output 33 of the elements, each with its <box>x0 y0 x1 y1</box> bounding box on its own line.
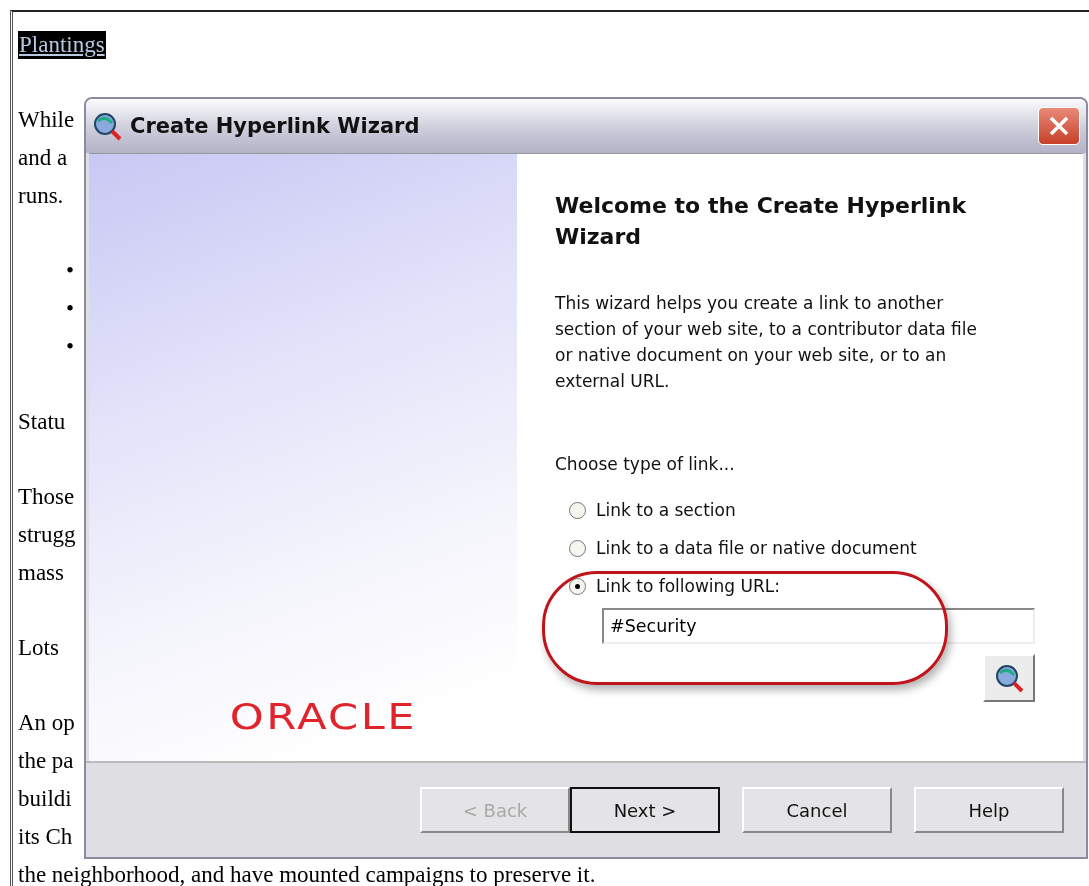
body-text: strugg <box>18 521 76 549</box>
dialog-button[interactable]: Next > <box>570 787 720 833</box>
body-text: its Ch <box>18 823 73 851</box>
window-title: Create Hyperlink Wizard <box>130 114 421 138</box>
body-text: the pa <box>18 747 74 775</box>
bullet: • <box>66 333 75 361</box>
wizard-heading: Welcome to the Create Hyperlink Wizard <box>555 192 968 251</box>
body-text: Those <box>18 483 75 511</box>
magnifier-globe-icon <box>994 663 1024 693</box>
description: This wizard helps you create a link to another section of your web site, to a contributor data file or native document on your web site, or to an external URL. <box>555 292 978 393</box>
body-text: Lots <box>18 634 59 662</box>
dialog-button[interactable]: Help <box>914 787 1064 833</box>
radio-option[interactable]: Link to a data file or native document <box>569 538 1035 558</box>
close-icon <box>1048 115 1070 137</box>
prompt: Choose type of link... <box>555 454 736 474</box>
body-text: runs. <box>18 182 64 210</box>
close-button[interactable] <box>1038 107 1080 145</box>
radio-option[interactable]: Link to a section <box>569 500 1035 520</box>
radio-option[interactable]: Link to following URL: <box>569 576 1035 596</box>
body-text: mass <box>18 559 64 587</box>
bullet: • <box>66 295 75 323</box>
body-text: An op <box>18 709 75 737</box>
dialog-button[interactable]: Cancel <box>742 787 892 833</box>
magnifier-globe-icon <box>92 111 122 141</box>
bullet: • <box>66 257 75 285</box>
logo: ORACLE <box>230 696 417 737</box>
body-text: and a <box>18 144 68 172</box>
url-field[interactable]: #Security <box>602 608 1035 644</box>
body-text: buildi <box>18 785 72 813</box>
body-text: While <box>18 106 75 134</box>
browse-button[interactable] <box>983 654 1035 702</box>
heading-link[interactable]: Plantings <box>18 31 106 59</box>
body-text: Statu <box>18 408 66 436</box>
